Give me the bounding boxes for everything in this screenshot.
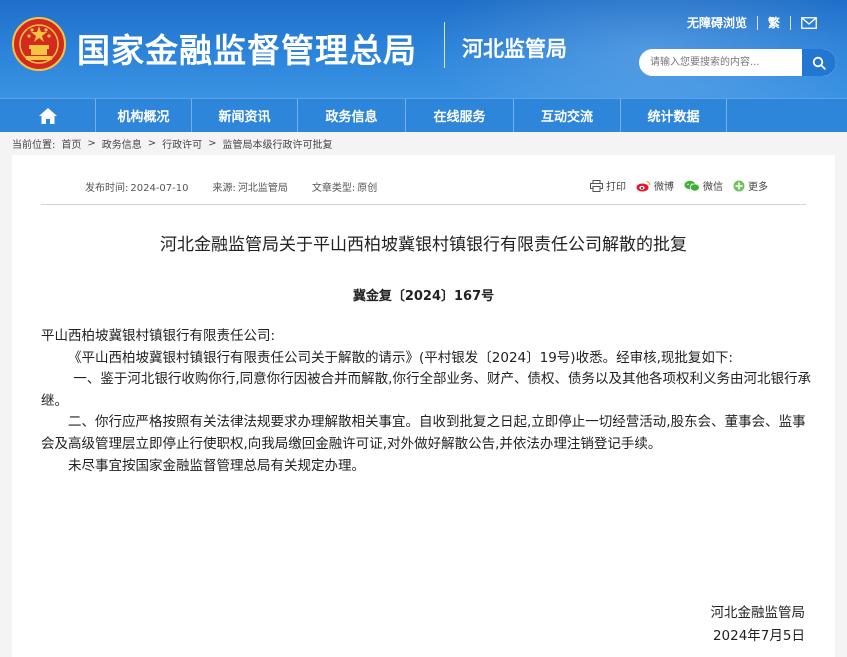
more-icon: [733, 180, 745, 191]
article-body: 平山西柏坡冀银村镇银行有限责任公司: 《平山西柏坡冀银村镇银行有限责任公司关于解…: [41, 326, 811, 477]
share-bar: 打印 微博 微信 更多: [590, 178, 768, 193]
article-type-label: 文章类型:: [311, 183, 356, 194]
body-paragraph: 二、你行应严格按照有关法律法规要求办理解散相关事宜。自收到批复之日起,立即停止一…: [41, 414, 806, 452]
nav-item-gov-info[interactable]: 政务信息: [298, 99, 405, 132]
wechat-label: 微信: [703, 182, 723, 193]
print-icon: [590, 179, 603, 192]
source-label: 来源:: [212, 183, 236, 194]
nav-divider: [726, 99, 727, 132]
site-title: 国家金融监督管理总局: [77, 31, 417, 70]
article-panel: 发布时间: 2024-07-10 来源: 河北监管局 文章类型: 原创 打印 微博: [12, 155, 835, 657]
breadcrumb: 当前位置: 首页 > 政务信息 > 行政许可 > 监管局本级行政许可批复: [12, 136, 333, 151]
nav-item-org-overview[interactable]: 机构概况: [96, 99, 191, 132]
top-link-divider: [756, 15, 758, 30]
traditional-chinese-link[interactable]: 繁: [768, 14, 780, 31]
article-title: 河北金融监管局关于平山西柏坡冀银村镇银行有限责任公司解散的批复: [160, 235, 687, 255]
print-button[interactable]: 打印: [590, 178, 626, 193]
sub-title: 河北监管局: [462, 37, 567, 61]
search-box: [639, 49, 836, 76]
home-icon: [38, 107, 57, 124]
signature-block: 河北金融监管局 2024年7月5日: [711, 602, 806, 648]
weibo-icon: [636, 180, 651, 191]
site-header: 国家金融监督管理总局 河北监管局 无障碍浏览 繁: [0, 0, 847, 98]
wechat-icon: [684, 180, 700, 191]
title-divider: [444, 22, 445, 68]
nav-item-news[interactable]: 新闻资讯: [192, 99, 297, 132]
breadcrumb-admin-license[interactable]: 行政许可: [162, 136, 202, 151]
breadcrumb-home[interactable]: 首页: [61, 136, 81, 151]
body-paragraph: 《平山西柏坡冀银村镇银行有限责任公司关于解散的请示》(平村银发〔2024〕19号…: [68, 349, 733, 366]
breadcrumb-current[interactable]: 监管局本级行政许可批复: [223, 136, 333, 151]
breadcrumb-label: 当前位置:: [12, 140, 56, 151]
top-links: 无障碍浏览 繁: [687, 14, 817, 31]
nav-item-statistics[interactable]: 统计数据: [621, 99, 726, 132]
share-weibo-button[interactable]: 微博: [636, 178, 674, 193]
breadcrumb-separator: >: [208, 138, 217, 149]
nav-home[interactable]: [0, 99, 95, 132]
nav-item-interaction[interactable]: 互动交流: [514, 99, 620, 132]
breadcrumb-separator: >: [147, 138, 157, 149]
article-meta: 发布时间: 2024-07-10 来源: 河北监管局 文章类型: 原创: [85, 179, 377, 194]
nav-item-online-services[interactable]: 在线服务: [406, 99, 513, 132]
accessibility-link[interactable]: 无障碍浏览: [687, 14, 747, 31]
document-number: 冀金复〔2024〕167号: [352, 289, 495, 304]
publish-time-label: 发布时间:: [85, 183, 129, 194]
body-salutation: 平山西柏坡冀银村镇银行有限责任公司:: [41, 328, 276, 344]
body-paragraph: 未尽事宜按国家金融监督管理总局有关规定办理。: [68, 457, 365, 474]
search-button[interactable]: [802, 49, 836, 76]
share-more-button[interactable]: 更多: [733, 178, 768, 193]
more-label: 更多: [748, 182, 768, 193]
print-label: 打印: [606, 182, 626, 193]
breadcrumb-separator: >: [87, 138, 96, 149]
body-paragraph: 一、鉴于河北银行收购你行,同意你行因被合并而解散,你行全部业务、财产、债权、债务…: [41, 371, 811, 409]
source-value: 河北监管局: [237, 183, 288, 194]
mail-icon[interactable]: [801, 16, 817, 29]
top-link-divider: [790, 15, 791, 30]
share-wechat-button[interactable]: 微信: [684, 178, 723, 193]
weibo-label: 微博: [654, 182, 674, 193]
main-nav: 机构概况 新闻资讯 政务信息 在线服务 互动交流 统计数据: [0, 98, 847, 132]
publish-time-value: 2024-07-10: [130, 183, 189, 194]
signature-org: 河北金融监管局: [710, 605, 806, 621]
article-type-value: 原创: [357, 183, 378, 194]
national-emblem-icon[interactable]: [12, 17, 66, 71]
search-icon: [812, 56, 826, 70]
signature-date: 2024年7月5日: [712, 628, 805, 644]
breadcrumb-gov-info[interactable]: 政务信息: [102, 136, 142, 151]
search-input[interactable]: [639, 49, 802, 76]
meta-divider: [41, 204, 806, 205]
